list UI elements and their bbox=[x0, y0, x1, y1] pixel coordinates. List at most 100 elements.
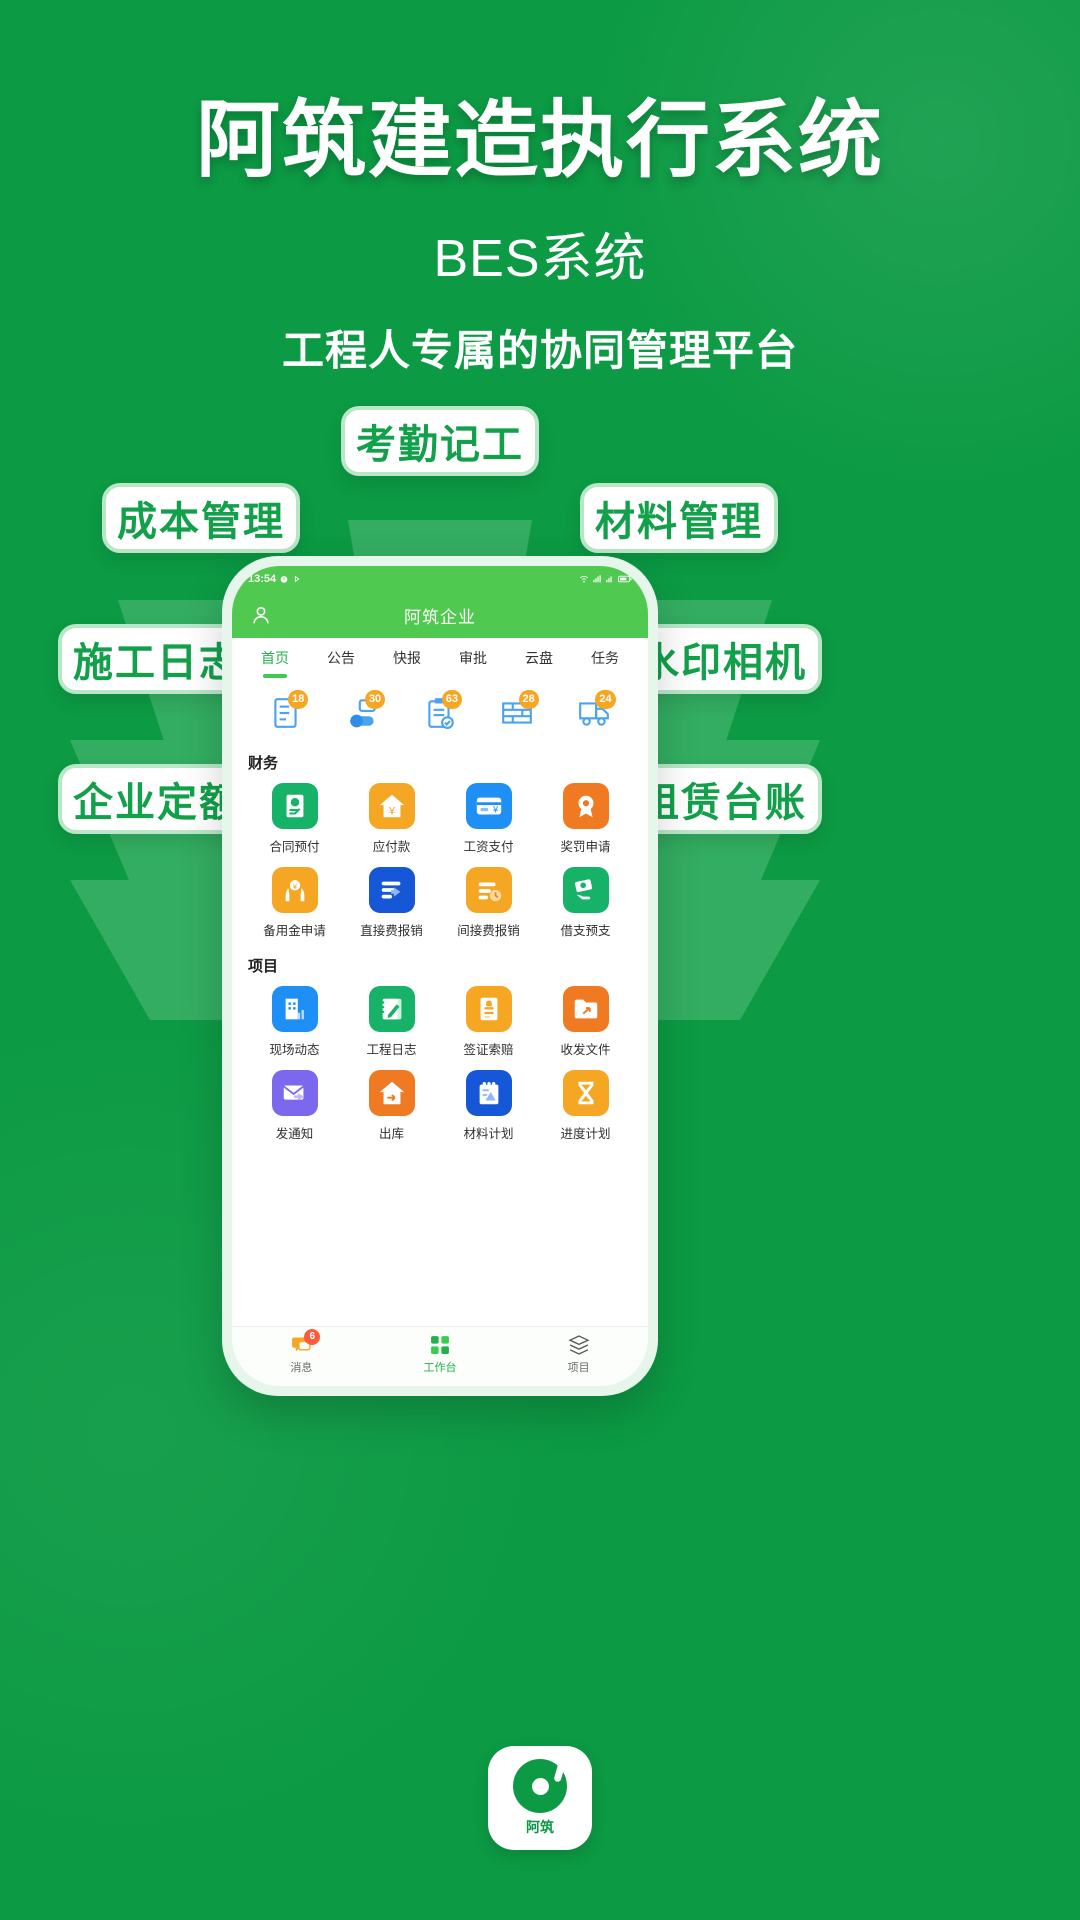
app-tile-payable[interactable]: ¥ 应付款 bbox=[343, 783, 440, 855]
notebook-pen-icon bbox=[381, 998, 401, 1020]
hero-section: 阿筑建造执行系统 BES系统 工程人专属的协同管理平台 bbox=[0, 0, 1080, 378]
page-title: 阿筑建造执行系统 bbox=[195, 93, 884, 187]
section-title-finance: 财务 bbox=[248, 755, 279, 772]
user-avatar-icon[interactable] bbox=[250, 604, 272, 626]
shortcut-truck[interactable]: 24 bbox=[573, 690, 616, 734]
app-tile-salary[interactable]: ¥ 工资支付 bbox=[440, 783, 537, 855]
feature-pill-label: 材料管理 bbox=[595, 500, 763, 544]
app-tile-petty-cash[interactable]: ¥ 备用金申请 bbox=[246, 867, 343, 939]
app-tile-label: 工资支付 bbox=[463, 840, 514, 854]
app-tile-engineering-log[interactable]: 工程日志 bbox=[343, 986, 440, 1058]
building-chart-icon bbox=[285, 998, 304, 1020]
page-tagline: 工程人专属的协同管理平台 bbox=[281, 327, 798, 375]
app-tile-direct-expense[interactable]: 直接费报销 bbox=[343, 867, 440, 939]
nav-item-messages[interactable]: 6 消息 bbox=[266, 1329, 336, 1375]
app-tile-file-exchange[interactable]: 收发文件 bbox=[537, 986, 634, 1058]
app-tile-label: 收发文件 bbox=[560, 1043, 611, 1057]
project-grid: 现场动态 工程日志 签证索赔 收发文件 发通知 出库 材料计划 进度计划 bbox=[246, 986, 634, 1142]
nav-label: 消息 bbox=[290, 1362, 313, 1374]
app-tile-send-notice[interactable]: 发通知 bbox=[246, 1070, 343, 1142]
bluetooth-icon bbox=[295, 575, 300, 583]
app-tile-label: 出库 bbox=[378, 1127, 404, 1141]
nav-item-workbench[interactable]: 工作台 bbox=[405, 1334, 475, 1375]
tab-task[interactable]: 任务 bbox=[591, 644, 619, 672]
app-tile-label: 材料计划 bbox=[463, 1127, 514, 1141]
wifi-icon bbox=[580, 576, 588, 583]
cash-hand-icon bbox=[574, 879, 592, 900]
shortcut-badge: 28 bbox=[518, 690, 539, 709]
tab-approval[interactable]: 审批 bbox=[459, 644, 487, 672]
shortcut-row: 18 30 63 28 24 bbox=[232, 678, 648, 744]
app-tile-advance-loan[interactable]: 借支预支 bbox=[537, 867, 634, 939]
app-tile-contract-prepay[interactable]: 合同预付 bbox=[246, 783, 343, 855]
app-tile-label: 发通知 bbox=[275, 1127, 314, 1141]
app-content: 财务 合同预付 ¥ 应付款 ¥ 工资支付 奖罚申请 ¥ 备用金申请 直接费报销 … bbox=[232, 744, 648, 1326]
app-tile-reward-penalty[interactable]: 奖罚申请 bbox=[537, 783, 634, 855]
list-arrow-icon bbox=[381, 881, 400, 899]
app-tile-indirect-expense[interactable]: 间接费报销 bbox=[440, 867, 537, 939]
stamp-card-icon bbox=[480, 997, 497, 1021]
azhu-logo-icon bbox=[513, 1759, 567, 1813]
house-out-icon bbox=[379, 1081, 404, 1105]
feature-pill-kaoqin[interactable]: 考勤记工 bbox=[341, 406, 539, 476]
plan-note-icon bbox=[479, 1081, 498, 1105]
app-tile-visa-claim[interactable]: 签证索赔 bbox=[440, 986, 537, 1058]
shortcut-progress[interactable]: 30 bbox=[342, 690, 386, 734]
shortcut-documents[interactable]: 18 bbox=[265, 690, 309, 734]
tab-home[interactable]: 首页 bbox=[261, 644, 289, 672]
finance-grid: 合同预付 ¥ 应付款 ¥ 工资支付 奖罚申请 ¥ 备用金申请 直接费报销 间接费… bbox=[246, 783, 634, 939]
app-tile-label: 直接费报销 bbox=[360, 924, 423, 938]
nav-item-project[interactable]: 项目 bbox=[544, 1334, 614, 1375]
svg-text:¥: ¥ bbox=[491, 805, 498, 815]
medal-award-icon bbox=[578, 795, 593, 818]
shortcut-clipboard[interactable]: 63 bbox=[419, 690, 462, 734]
alarm-icon bbox=[280, 576, 288, 583]
app-title: 阿筑企业 bbox=[404, 607, 476, 627]
battery-icon bbox=[618, 575, 632, 583]
phone-mockup: 13:54 阿筑企业 首页 公告 快报 审批 云盘 任务 18 30 63 28… bbox=[222, 556, 658, 1396]
signal2-icon bbox=[606, 576, 612, 583]
svg-text:¥: ¥ bbox=[387, 805, 395, 817]
feature-pill-label: 水印相机 bbox=[639, 641, 807, 685]
app-tile-label: 应付款 bbox=[372, 840, 411, 854]
tab-clouddisk[interactable]: 云盘 bbox=[525, 644, 553, 672]
list-clock-icon bbox=[478, 882, 501, 902]
shortcut-badge: 63 bbox=[441, 690, 462, 709]
app-tile-schedule-plan[interactable]: 进度计划 bbox=[537, 1070, 634, 1142]
tab-bulletin[interactable]: 快报 bbox=[393, 644, 421, 672]
feature-pill-material[interactable]: 材料管理 bbox=[580, 483, 778, 553]
app-tile-label: 奖罚申请 bbox=[560, 840, 611, 854]
app-tile-material-plan[interactable]: 材料计划 bbox=[440, 1070, 537, 1142]
bank-card-yuan-icon: ¥ bbox=[476, 797, 501, 815]
app-tile-label: 备用金申请 bbox=[263, 924, 326, 938]
app-tile-label: 签证索赔 bbox=[463, 1043, 514, 1057]
signal-icon bbox=[593, 575, 601, 583]
app-tile-label: 合同预付 bbox=[269, 840, 320, 854]
shortcut-badge: 24 bbox=[595, 690, 616, 709]
feature-pill-label: 成本管理 bbox=[117, 500, 285, 544]
footer-logo-label: 阿筑 bbox=[526, 1819, 554, 1835]
feature-pill-label: 租赁台账 bbox=[639, 781, 807, 825]
hands-coin-icon: ¥ bbox=[285, 880, 304, 902]
shortcut-wall[interactable]: 28 bbox=[496, 690, 539, 734]
status-time: 13:54 bbox=[248, 573, 277, 585]
folder-share-icon bbox=[574, 999, 597, 1019]
house-yuan-icon: ¥ bbox=[379, 794, 404, 817]
app-tile-label: 工程日志 bbox=[366, 1043, 417, 1057]
feature-pill-label: 考勤记工 bbox=[356, 423, 524, 467]
app-tile-outbound[interactable]: 出库 bbox=[343, 1070, 440, 1142]
mail-send-icon bbox=[282, 1085, 304, 1101]
phone-screen: 13:54 阿筑企业 首页 公告 快报 审批 云盘 任务 18 30 63 28… bbox=[232, 566, 648, 1386]
app-tile-label: 进度计划 bbox=[560, 1127, 611, 1141]
tab-bar: 首页 公告 快报 审批 云盘 任务 bbox=[232, 638, 648, 678]
app-tile-label: 借支预支 bbox=[560, 924, 611, 938]
feature-pill-label: 施工日志 bbox=[73, 641, 241, 685]
shortcut-badge: 18 bbox=[288, 690, 309, 709]
feature-pill-cost[interactable]: 成本管理 bbox=[102, 483, 300, 553]
hourglass-icon bbox=[578, 1081, 593, 1105]
layers-icon bbox=[568, 1335, 590, 1355]
app-tile-site-dynamics[interactable]: 现场动态 bbox=[246, 986, 343, 1058]
tab-notice[interactable]: 公告 bbox=[327, 644, 355, 672]
page-subtitle: BES系统 bbox=[433, 230, 647, 289]
workbench-icon bbox=[431, 1336, 449, 1354]
